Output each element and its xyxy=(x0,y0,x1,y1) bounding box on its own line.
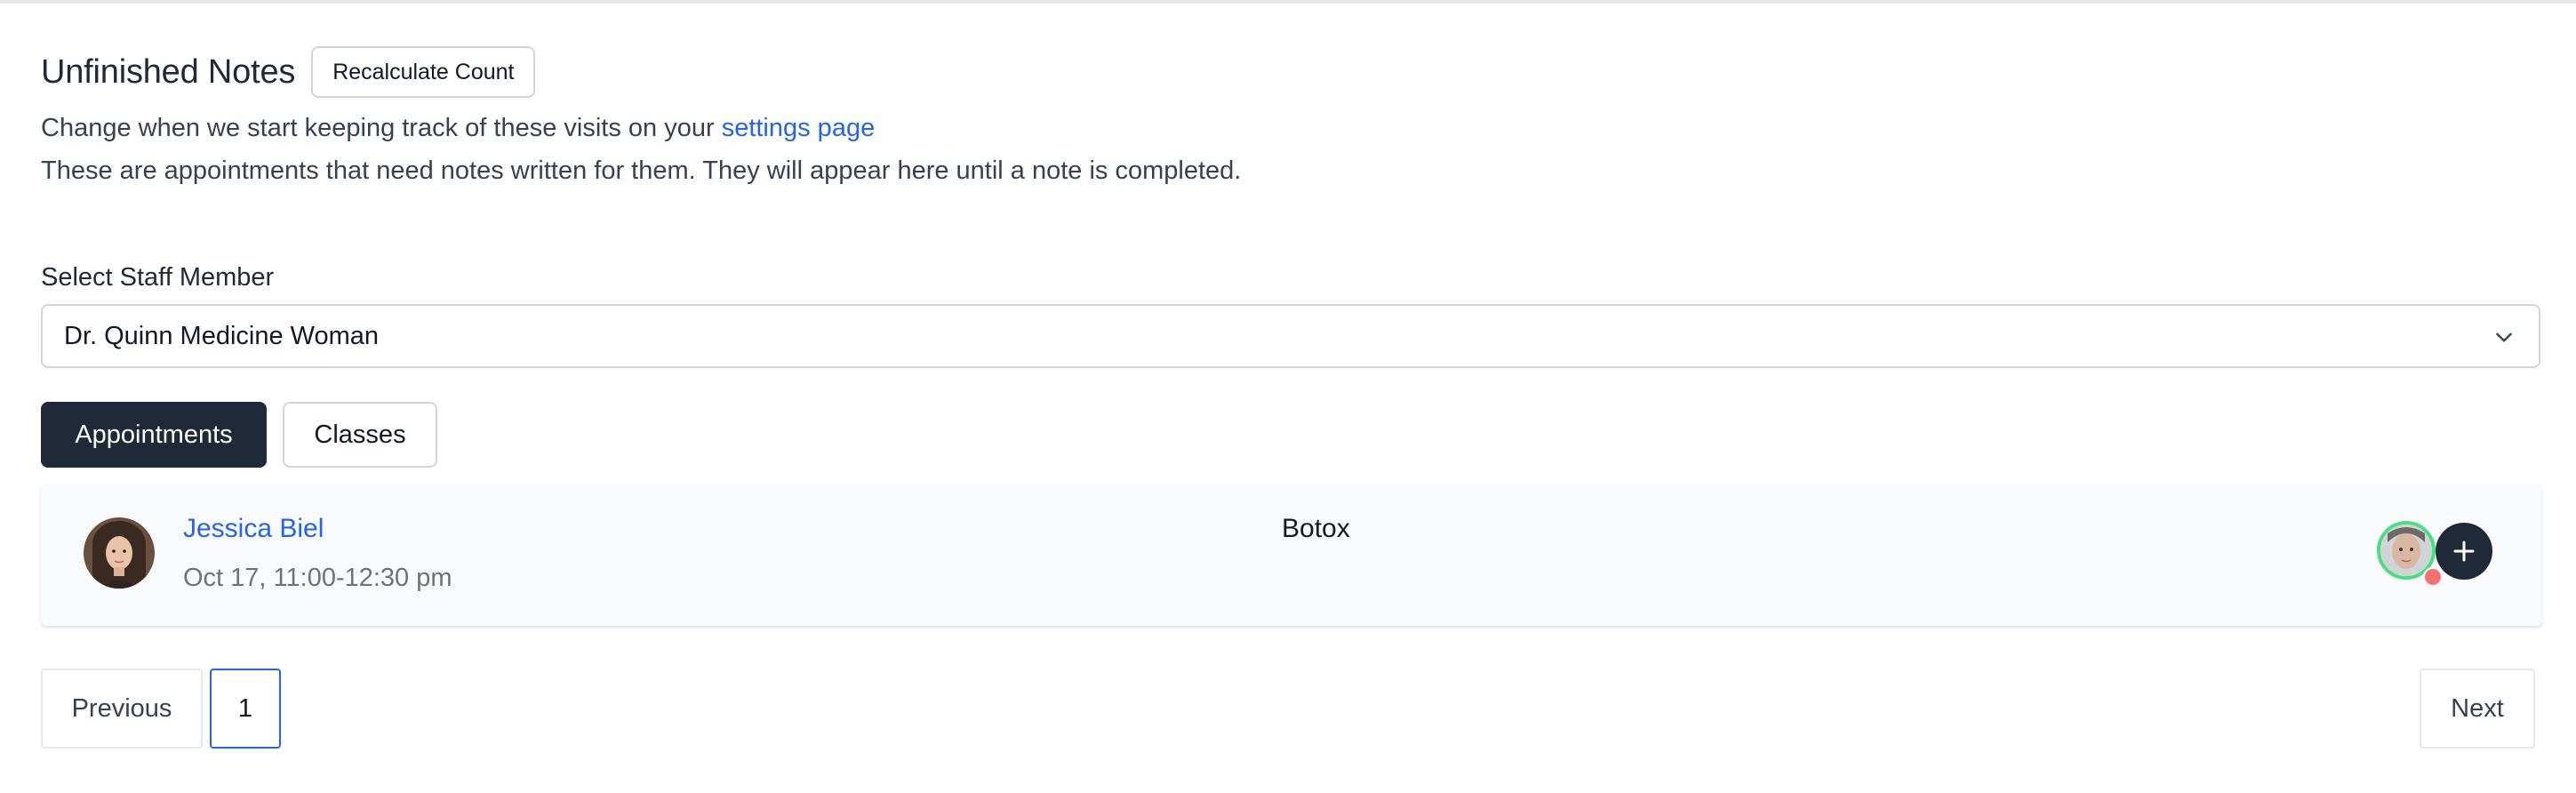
tab-appointments[interactable]: Appointments xyxy=(41,402,267,468)
plus-icon xyxy=(2453,541,2475,562)
staff-avatar-image xyxy=(2380,525,2432,576)
settings-page-link[interactable]: settings page xyxy=(722,114,876,142)
staff-select-value: Dr. Quinn Medicine Woman xyxy=(64,321,380,350)
recalculate-count-button[interactable]: Recalculate Count xyxy=(311,46,536,98)
next-page-button[interactable]: Next xyxy=(2420,669,2535,749)
staff-select-label: Select Staff Member xyxy=(41,263,275,292)
add-note-button[interactable] xyxy=(2436,523,2492,580)
appointment-service: Botox xyxy=(1282,514,1350,543)
page-header: Unfinished Notes Recalculate Count xyxy=(41,46,536,98)
staff-member-select[interactable]: Dr. Quinn Medicine Woman xyxy=(41,304,2540,368)
appointment-card: Jessica Biel Oct 17, 11:00-12:30 pm Boto… xyxy=(41,484,2542,626)
unfinished-notes-page: Unfinished Notes Recalculate Count Chang… xyxy=(41,0,2544,793)
appointment-time: Oct 17, 11:00-12:30 pm xyxy=(183,564,452,592)
tab-classes[interactable]: Classes xyxy=(283,402,437,468)
client-name-link[interactable]: Jessica Biel xyxy=(183,514,324,544)
previous-page-button[interactable]: Previous xyxy=(41,669,203,749)
page-number-button[interactable]: 1 xyxy=(210,669,281,749)
client-avatar-image xyxy=(84,517,155,589)
notes-description: These are appointments that need notes w… xyxy=(41,156,1242,185)
pagination: Previous 1 xyxy=(41,669,281,749)
notes-tabs: Appointments Classes xyxy=(41,402,437,468)
settings-description: Change when we start keeping track of th… xyxy=(41,114,875,143)
page-title: Unfinished Notes xyxy=(41,52,296,91)
status-dot xyxy=(2423,567,2443,587)
settings-description-text: Change when we start keeping track of th… xyxy=(41,114,722,142)
client-avatar xyxy=(84,517,155,589)
chevron-down-icon xyxy=(2496,332,2512,342)
